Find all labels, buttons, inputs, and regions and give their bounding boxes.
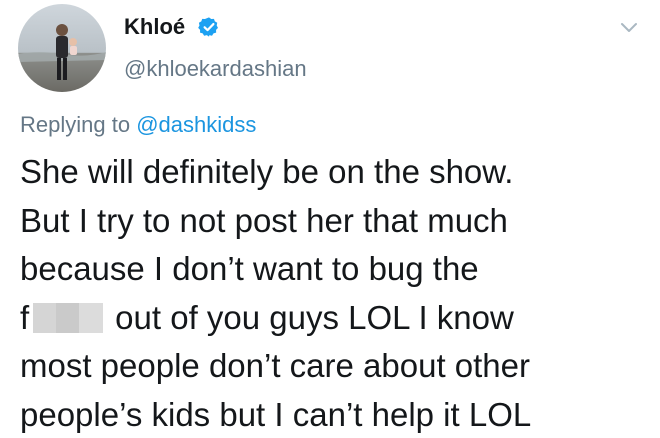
censored-line-rest: out of you guys LOL I know [115,298,514,336]
tweet-text: She will definitely be on the show. But … [20,148,650,438]
tweet-card: Khloé @khloekardashian Replying to @dash… [0,0,660,438]
reply-context: Replying to @dashkidss [20,112,256,138]
tweet-line: people’s kids but I can’t help it LOL [20,395,532,433]
chevron-down-icon[interactable] [620,22,638,34]
tweet-line-censored: f out of you guys LOL I know [20,294,650,343]
reply-prefix: Replying to [20,112,131,137]
user-handle[interactable]: @khloekardashian [124,56,307,82]
reply-mention-link[interactable]: @dashkidss [136,112,256,137]
avatar[interactable] [18,4,106,92]
tweet-line: But I try to not post her that much [20,201,508,239]
display-name[interactable]: Khloé [124,14,185,40]
tweet-line: most people don’t care about other [20,347,531,384]
verified-badge-icon [198,17,218,37]
avatar-photo [18,4,106,92]
censor-blur [33,302,104,333]
tweet-line: because I don’t want to bug the [20,250,479,287]
censored-word-prefix: f [20,298,30,336]
tweet-line: She will definitely be on the show. [20,153,514,190]
